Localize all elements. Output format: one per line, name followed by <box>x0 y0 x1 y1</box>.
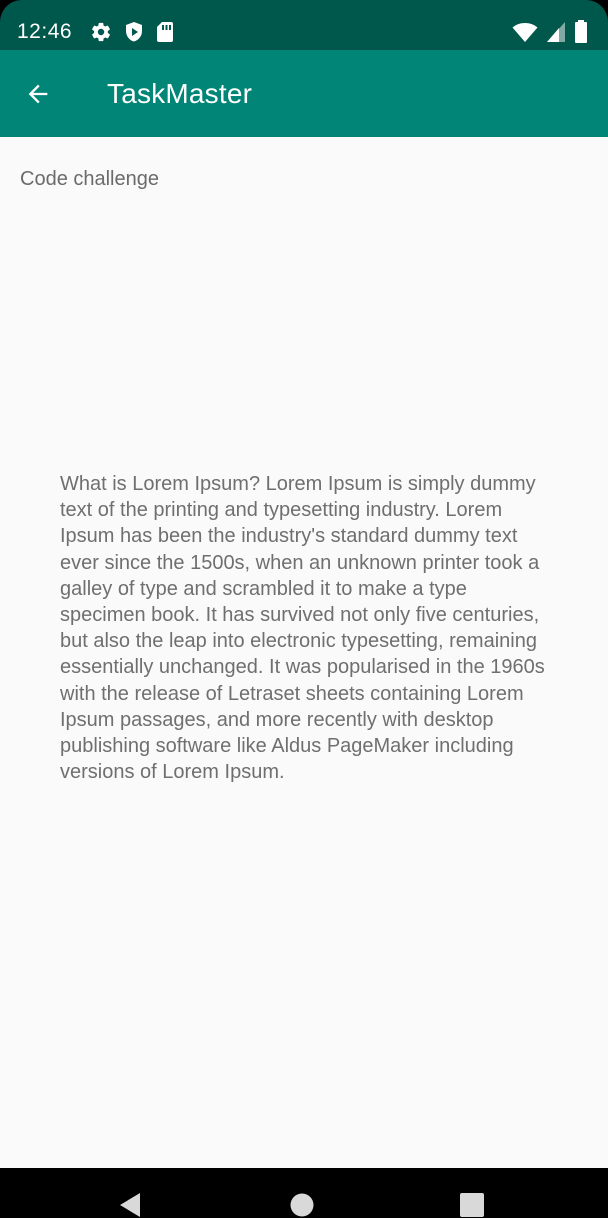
task-title: Code challenge <box>20 168 159 190</box>
status-time: 12:46 <box>17 20 73 43</box>
task-body: What is Lorem Ipsum? Lorem Ipsum is simp… <box>60 473 545 784</box>
wifi-icon <box>512 23 538 42</box>
cell-signal-icon <box>547 22 565 42</box>
status-bar: 12:46 <box>0 0 608 50</box>
back-button[interactable] <box>14 70 62 118</box>
arrow-back-icon <box>28 84 48 104</box>
back-triangle-icon <box>120 1193 140 1217</box>
navigation-bar <box>0 1168 608 1218</box>
nav-recents-button[interactable] <box>459 1192 485 1218</box>
app-bar: TaskMaster <box>0 50 608 137</box>
nav-home-button[interactable] <box>289 1192 315 1218</box>
status-notification-icons <box>90 20 174 44</box>
app-title: TaskMaster <box>107 78 253 109</box>
status-system-icons <box>512 20 588 44</box>
sd-card-icon <box>157 22 173 42</box>
phone-screen: 12:46 TaskMaster Code challenge What is … <box>0 0 608 1218</box>
battery-icon <box>575 20 587 43</box>
shield-play-icon <box>126 22 142 42</box>
settings-icon <box>92 22 110 42</box>
nav-back-button[interactable] <box>118 1192 142 1218</box>
recents-square-icon <box>460 1193 484 1217</box>
task-detail-content: Code challenge What is Lorem Ipsum? Lore… <box>0 137 608 1168</box>
home-circle-icon <box>290 1193 314 1217</box>
